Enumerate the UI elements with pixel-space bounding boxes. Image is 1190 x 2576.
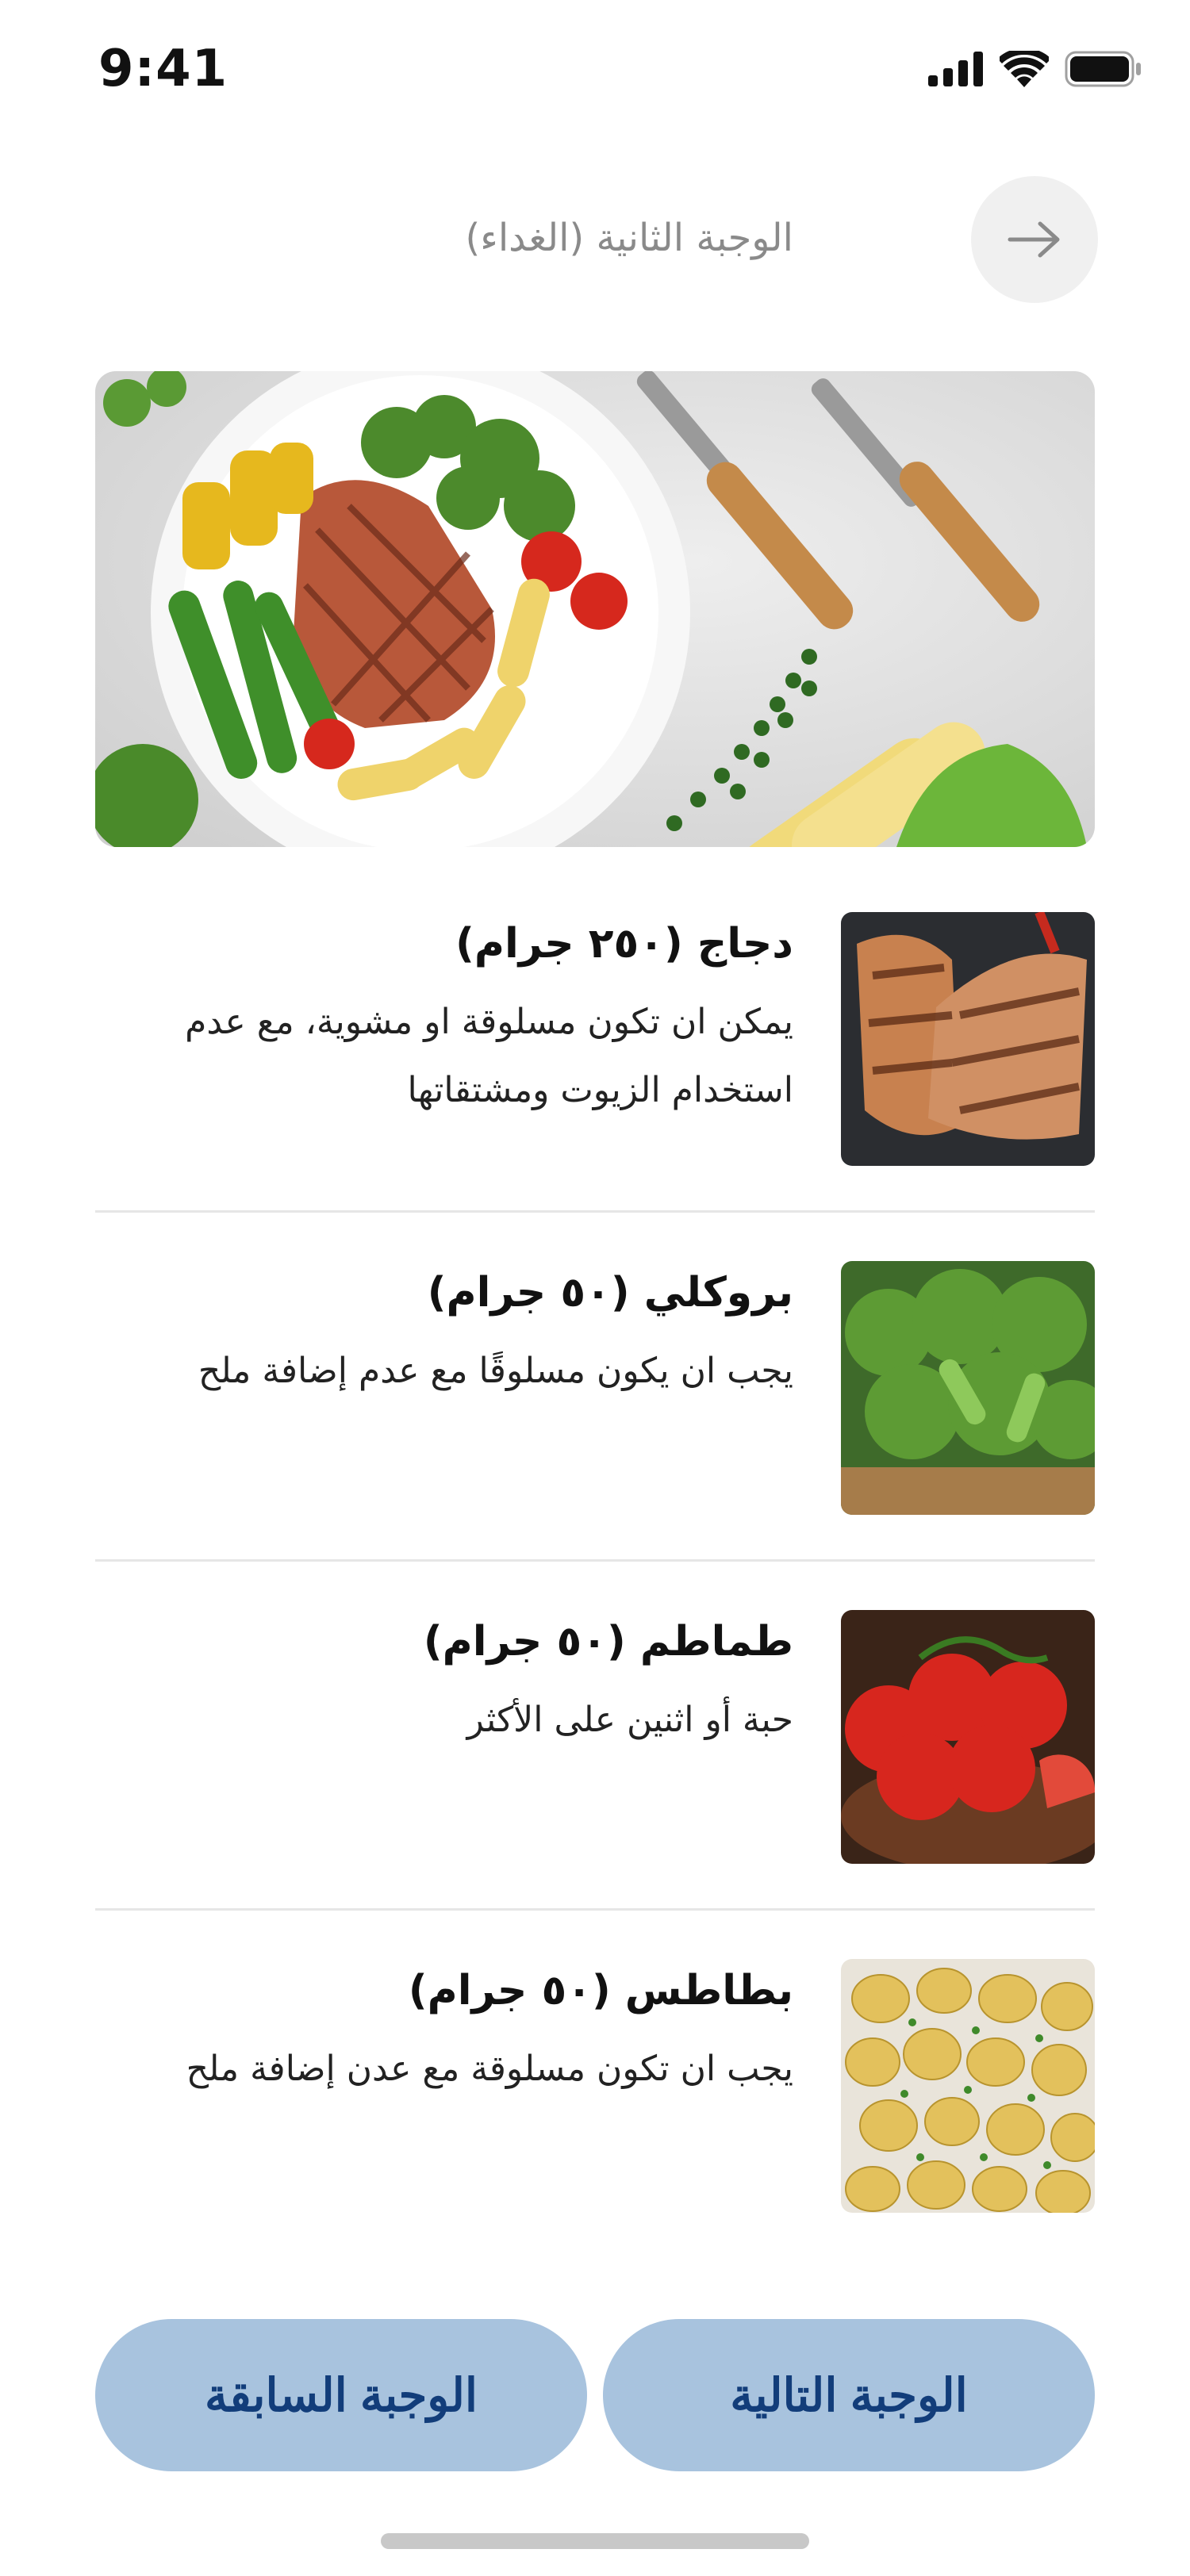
food-item-tomatoes: طماطم (٥٠ جرام) حبة أو اثنين على الأكثر: [95, 1610, 1095, 1880]
previous-meal-button[interactable]: الوجبة السابقة: [95, 2319, 587, 2471]
food-item-text: بطاطس (٥٠ جرام) يجب ان تكون مسلوقة مع عد…: [95, 1967, 793, 2103]
meal-hero-image: [95, 371, 1095, 847]
chicken-image: [841, 912, 1095, 1166]
food-item-name: بطاطس (٥٠ جرام): [408, 1967, 793, 2014]
food-item-description: يجب ان تكون مسلوقة مع عدن إضافة ملح: [186, 2049, 793, 2089]
divider: [95, 1210, 1095, 1213]
food-item-description: حبة أو اثنين على الأكثر: [466, 1700, 793, 1740]
divider: [95, 1908, 1095, 1911]
food-item-description: يجب ان يكون مسلوقًا مع عدم إضافة ملح: [198, 1351, 793, 1391]
food-item-broccoli: بروكلي (٥٠ جرام) يجب ان يكون مسلوقًا مع …: [95, 1261, 1095, 1531]
wifi-icon: [1000, 51, 1049, 87]
status-time: 9:41: [98, 40, 228, 98]
home-indicator: [381, 2533, 809, 2549]
battery-icon: [1065, 51, 1141, 87]
food-item-text: دجاج (٢٥٠ جرام) يمكن ان تكون مسلوقة او م…: [95, 920, 793, 1125]
food-item-name: دجاج (٢٥٠ جرام): [455, 920, 793, 968]
food-item-text: طماطم (٥٠ جرام) حبة أو اثنين على الأكثر: [95, 1618, 793, 1754]
food-item-text: بروكلي (٥٠ جرام) يجب ان يكون مسلوقًا مع …: [95, 1269, 793, 1405]
food-item-name: بروكلي (٥٠ جرام): [427, 1269, 793, 1317]
status-icons: [928, 51, 1142, 87]
divider: [95, 1559, 1095, 1562]
food-item-potatoes: بطاطس (٥٠ جرام) يجب ان تكون مسلوقة مع عد…: [95, 1959, 1095, 2229]
cellular-signal-icon: [928, 52, 983, 86]
food-item-chicken: دجاج (٢٥٠ جرام) يمكن ان تكون مسلوقة او م…: [95, 912, 1095, 1182]
arrow-right-icon: [1008, 221, 1060, 258]
tomatoes-image: [841, 1610, 1095, 1864]
food-item-description: يمكن ان تكون مسلوقة او مشوية، مع عدم است…: [185, 1002, 793, 1110]
status-bar: 9:41: [0, 0, 1190, 143]
next-meal-button[interactable]: الوجبة التالية: [603, 2319, 1095, 2471]
broccoli-image: [841, 1261, 1095, 1515]
potatoes-image: [841, 1959, 1095, 2213]
food-item-name: طماطم (٥٠ جرام): [423, 1618, 793, 1666]
page-title: الوجبة الثانية (الغداء): [465, 216, 793, 260]
back-button[interactable]: [971, 176, 1098, 303]
